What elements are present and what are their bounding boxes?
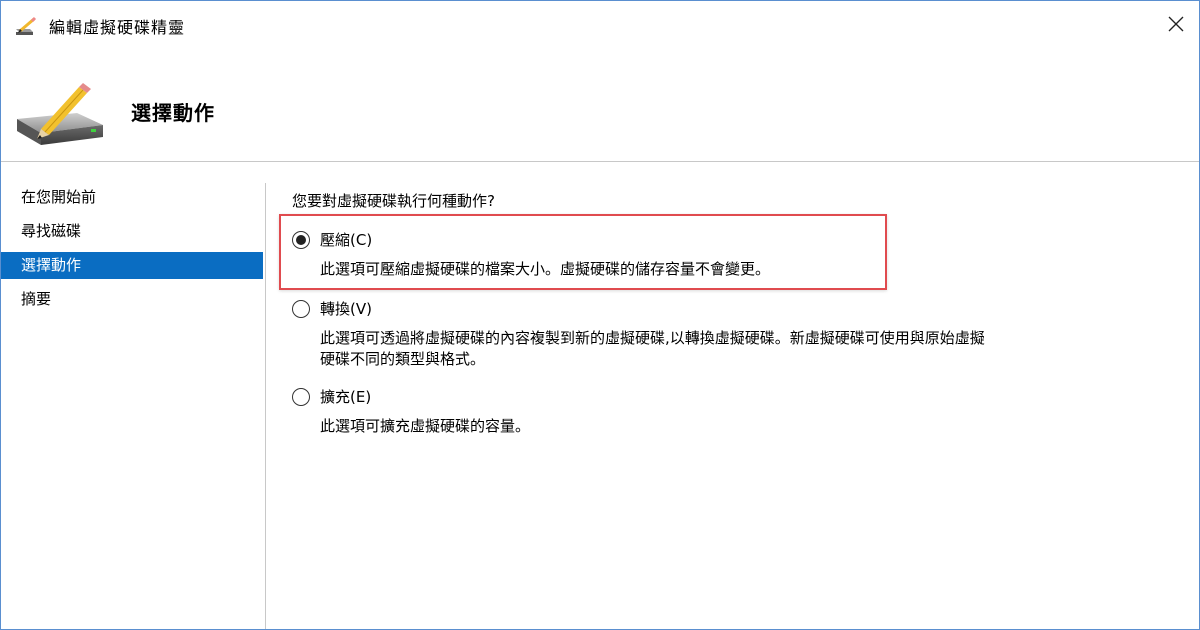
wizard-steps-sidebar: 在您開始前 尋找磁碟 選擇動作 摘要 bbox=[1, 162, 265, 629]
option-convert[interactable]: 轉換(V) bbox=[292, 298, 372, 319]
title-bar: 編輯虛擬硬碟精靈 bbox=[1, 1, 1199, 49]
window-title: 編輯虛擬硬碟精靈 bbox=[49, 18, 186, 37]
radio-expand[interactable] bbox=[292, 387, 310, 406]
option-convert-description-line2: 硬碟不同的類型與格式。 bbox=[320, 350, 486, 368]
sidebar-item-locate-disk[interactable]: 尋找磁碟 bbox=[1, 218, 263, 245]
option-expand-label: 擴充(E) bbox=[320, 388, 372, 406]
highlight-annotation-box bbox=[279, 214, 887, 290]
option-expand[interactable]: 擴充(E) bbox=[292, 386, 371, 407]
radio-convert[interactable] bbox=[292, 299, 310, 318]
wizard-disk-icon bbox=[16, 16, 37, 35]
sidebar-item-before-you-begin[interactable]: 在您開始前 bbox=[1, 184, 263, 211]
sidebar-item-summary[interactable]: 摘要 bbox=[1, 286, 263, 313]
option-convert-label: 轉換(V) bbox=[320, 300, 372, 318]
wizard-header: 選擇動作 bbox=[1, 49, 1199, 161]
action-question: 您要對虛擬硬碟執行何種動作? bbox=[292, 192, 495, 210]
sidebar-item-choose-action[interactable]: 選擇動作 bbox=[1, 252, 263, 279]
option-expand-description: 此選項可擴充虛擬硬碟的容量。 bbox=[320, 417, 531, 435]
close-icon bbox=[1168, 16, 1184, 32]
option-convert-description-line1: 此選項可透過將虛擬硬碟的內容複製到新的虛擬硬碟,以轉換虛擬硬碟。新虛擬硬碟可使用… bbox=[320, 329, 985, 347]
close-button[interactable] bbox=[1153, 1, 1199, 47]
wizard-window: 編輯虛擬硬碟精靈 選擇動作 在您開始前 尋找磁碟 選擇動作 摘要 您要對虛擬硬碟… bbox=[0, 0, 1200, 630]
wizard-disk-icon bbox=[17, 83, 103, 145]
page-title: 選擇動作 bbox=[131, 101, 215, 125]
